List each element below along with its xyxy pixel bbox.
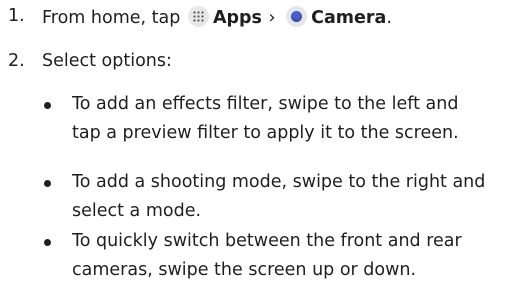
bullet-dot (44, 180, 51, 187)
step-1-text: From home, tap Apps › Camera. (42, 6, 392, 28)
camera-app-icon (286, 6, 308, 27)
step-1-prefix: From home, tap (42, 8, 181, 28)
step-1-suffix: . (386, 8, 392, 28)
step-1-number: 1. (8, 6, 25, 26)
step-2-text: Select options: (42, 51, 172, 71)
apps-label: Apps (212, 8, 262, 28)
bullet-dot (44, 102, 51, 109)
step-2-number: 2. (8, 51, 25, 71)
chevron-right-icon: › (268, 8, 276, 28)
list-item: To add an effects filter, swipe to the l… (72, 94, 459, 143)
camera-label: Camera (311, 8, 387, 28)
list-item: To add a shooting mode, swipe to the rig… (72, 172, 486, 221)
apps-grid-icon (187, 6, 209, 27)
list-item: To quickly switch between the front and … (72, 231, 462, 280)
bullet-dot (44, 239, 51, 246)
